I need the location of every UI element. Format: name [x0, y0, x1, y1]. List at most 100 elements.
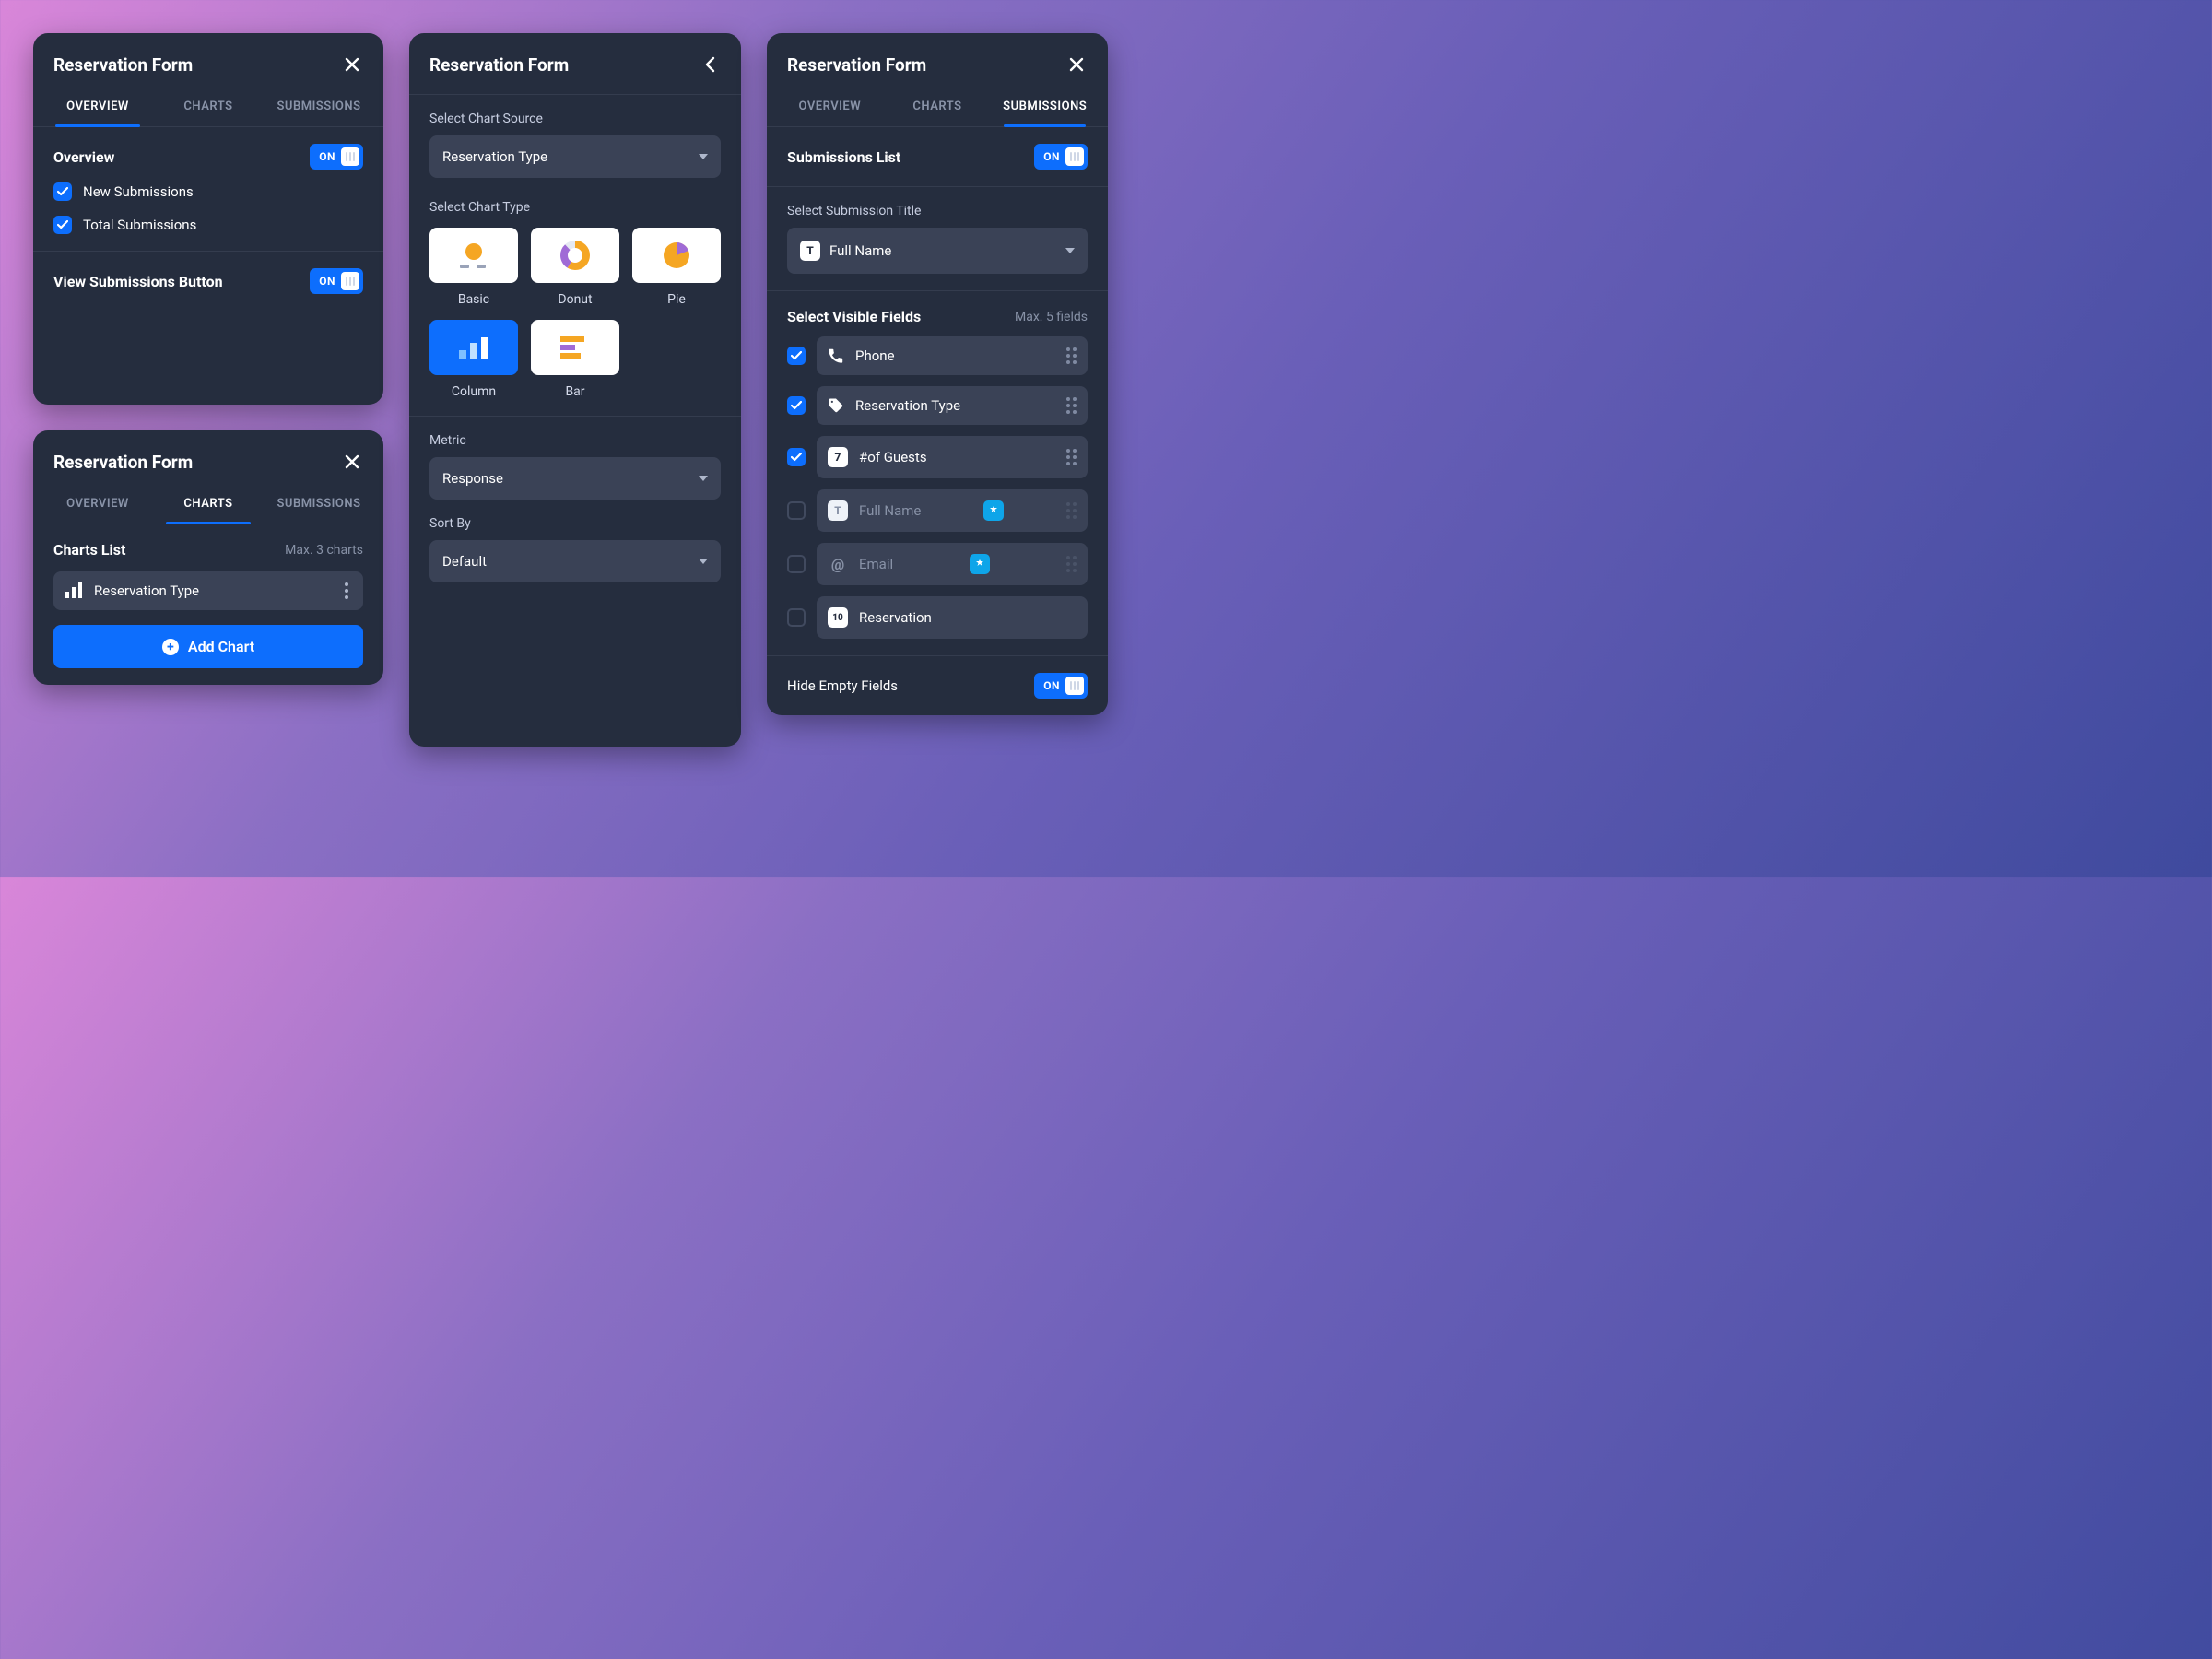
tab-overview[interactable]: OVERVIEW	[42, 486, 153, 524]
visible-fields-hint: Max. 5 fields	[1015, 310, 1088, 324]
more-icon[interactable]	[339, 582, 354, 599]
chart-type-basic[interactable]: Basic	[429, 228, 518, 307]
checkbox-unchecked-icon[interactable]	[787, 555, 806, 573]
add-chart-button[interactable]: Add Chart	[53, 625, 363, 668]
tab-overview[interactable]: OVERVIEW	[776, 88, 884, 126]
add-chart-label: Add Chart	[188, 638, 254, 655]
panel-charts: Reservation Form OVERVIEW CHARTS SUBMISS…	[33, 430, 383, 685]
toggle-label: ON	[319, 275, 335, 288]
bar-chart-icon	[531, 320, 619, 375]
checkbox-checked-icon[interactable]	[787, 448, 806, 466]
toggle-label: ON	[1043, 150, 1060, 163]
checkbox-unchecked-icon[interactable]	[787, 608, 806, 627]
sort-select[interactable]: Default	[429, 540, 721, 582]
info-badge-icon[interactable]	[983, 500, 1004, 521]
panel-title: Reservation Form	[53, 452, 193, 473]
chart-type-bar[interactable]: Bar	[531, 320, 619, 399]
chart-source-label: Select Chart Source	[429, 112, 721, 126]
type-column-label: Column	[452, 384, 496, 399]
drag-handle-icon	[1066, 556, 1077, 572]
checkbox-checked-icon[interactable]	[787, 347, 806, 365]
close-icon[interactable]	[341, 451, 363, 473]
at-icon: @	[828, 556, 848, 573]
tab-charts[interactable]: CHARTS	[153, 88, 264, 126]
phone-icon	[828, 347, 844, 364]
visible-fields-section: Select Visible Fields Max. 5 fields Phon…	[767, 291, 1108, 656]
tabs: OVERVIEW CHARTS SUBMISSIONS	[33, 88, 383, 127]
tag-icon	[828, 397, 844, 414]
chart-type-pie[interactable]: Pie	[632, 228, 721, 307]
toggle-knob-icon	[341, 147, 359, 166]
metric-select[interactable]: Response	[429, 457, 721, 500]
type-donut-label: Donut	[558, 292, 592, 307]
chart-type-column[interactable]: Column	[429, 320, 518, 399]
panel-title: Reservation Form	[53, 54, 193, 76]
calendar-icon: 10	[828, 607, 848, 628]
back-icon[interactable]	[699, 53, 721, 76]
drag-handle-icon[interactable]	[1066, 397, 1077, 414]
charts-list-title: Charts List	[53, 541, 125, 559]
field-email: @ Email	[787, 543, 1088, 585]
field-label: #of Guests	[859, 449, 927, 465]
chart-source-section: Select Chart Source Reservation Type	[409, 95, 741, 183]
tab-charts[interactable]: CHARTS	[884, 88, 992, 126]
chart-list-item[interactable]: Reservation Type	[53, 571, 363, 610]
close-icon[interactable]	[341, 53, 363, 76]
chart-type-donut[interactable]: Donut	[531, 228, 619, 307]
close-icon[interactable]	[1065, 53, 1088, 76]
tab-submissions[interactable]: SUBMISSIONS	[264, 486, 374, 524]
drag-handle-icon[interactable]	[1066, 449, 1077, 465]
hide-empty-toggle[interactable]: ON	[1034, 673, 1088, 699]
submission-title-label: Select Submission Title	[787, 204, 1088, 218]
tab-submissions[interactable]: SUBMISSIONS	[264, 88, 374, 126]
column-chart-icon	[429, 320, 518, 375]
pie-chart-icon	[632, 228, 721, 283]
drag-handle-icon	[1066, 502, 1077, 519]
chart-type-label: Select Chart Type	[429, 200, 721, 215]
opt-new-label: New Submissions	[83, 183, 194, 200]
checkbox-checked-icon	[53, 182, 72, 201]
submission-title-section: Select Submission Title T Full Name	[767, 187, 1108, 291]
tabs: OVERVIEW CHARTS SUBMISSIONS	[33, 486, 383, 524]
field-guests: 7 #of Guests	[787, 436, 1088, 478]
field-pill[interactable]: 7 #of Guests	[817, 436, 1088, 478]
view-submissions-title: View Submissions Button	[53, 273, 223, 290]
chart-source-select[interactable]: Reservation Type	[429, 135, 721, 178]
tab-submissions[interactable]: SUBMISSIONS	[991, 88, 1099, 126]
drag-handle-icon[interactable]	[1066, 347, 1077, 364]
field-label: Phone	[855, 347, 895, 364]
view-submissions-toggle[interactable]: ON	[310, 268, 363, 294]
panel-overview: Reservation Form OVERVIEW CHARTS SUBMISS…	[33, 33, 383, 405]
chevron-down-icon	[1065, 248, 1075, 253]
field-label: Reservation Type	[855, 397, 960, 414]
opt-total-submissions[interactable]: Total Submissions	[53, 216, 363, 234]
field-pill[interactable]: 10 Reservation	[817, 596, 1088, 639]
sort-label: Sort By	[429, 516, 721, 531]
submissions-toggle[interactable]: ON	[1034, 144, 1088, 170]
panel-header: Reservation Form	[33, 430, 383, 486]
view-submissions-section: View Submissions Button ON	[33, 252, 383, 405]
basic-chart-icon	[429, 228, 518, 283]
field-reservation-type: Reservation Type	[787, 386, 1088, 425]
submission-title-select[interactable]: T Full Name	[787, 228, 1088, 274]
field-pill[interactable]: Reservation Type	[817, 386, 1088, 425]
opt-new-submissions[interactable]: New Submissions	[53, 182, 363, 201]
chart-type-section: Select Chart Type Basic	[409, 183, 741, 417]
panel-title: Reservation Form	[787, 54, 926, 76]
panel-chart-config: Reservation Form Select Chart Source Res…	[409, 33, 741, 747]
tab-overview[interactable]: OVERVIEW	[42, 88, 153, 126]
info-badge-icon[interactable]	[970, 554, 990, 574]
field-pill[interactable]: T Full Name	[817, 489, 1088, 532]
overview-section: Overview ON New Submissions Total Submis…	[33, 127, 383, 252]
chevron-down-icon	[699, 559, 708, 564]
field-pill[interactable]: @ Email	[817, 543, 1088, 585]
opt-total-label: Total Submissions	[83, 217, 196, 233]
toggle-knob-icon	[1065, 677, 1084, 695]
tab-charts[interactable]: CHARTS	[153, 486, 264, 524]
chart-item-label: Reservation Type	[94, 582, 199, 599]
overview-toggle[interactable]: ON	[310, 144, 363, 170]
field-pill[interactable]: Phone	[817, 336, 1088, 375]
checkbox-unchecked-icon[interactable]	[787, 501, 806, 520]
panel-title: Reservation Form	[429, 54, 569, 76]
checkbox-checked-icon[interactable]	[787, 396, 806, 415]
